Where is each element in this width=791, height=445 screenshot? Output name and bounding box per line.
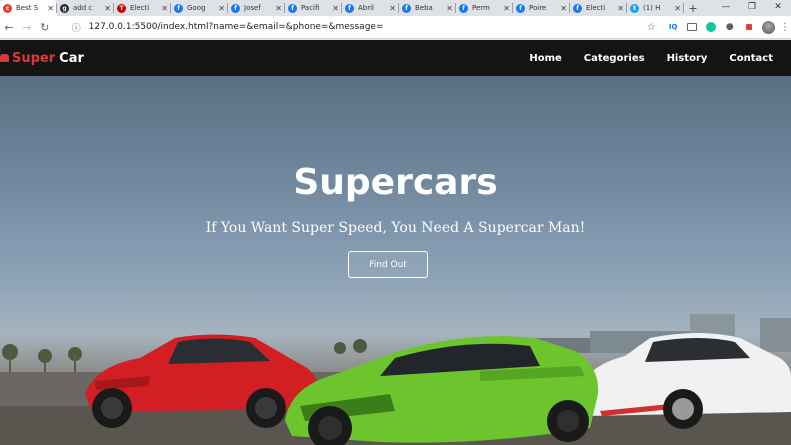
tab-title: Perm — [472, 4, 490, 12]
forward-icon[interactable]: → — [18, 21, 36, 34]
site-navbar: Super Car Home Categories History Contac… — [0, 40, 791, 76]
browser-toolbar: ← → ↻ ⓘ 127.0.0.1:5500/index.html?name=&… — [0, 16, 791, 39]
close-tab-icon[interactable]: ✕ — [560, 4, 567, 13]
facebook-icon: f — [516, 3, 525, 13]
tab-title: Goog — [187, 4, 206, 12]
nav-contact[interactable]: Contact — [729, 53, 773, 64]
browser-tab[interactable]: f Perm ✕ — [456, 0, 513, 16]
microphone-icon[interactable]: ● — [720, 18, 739, 37]
close-tab-icon[interactable]: ✕ — [161, 4, 168, 13]
iq-extension-icon[interactable]: IQ — [664, 18, 683, 37]
bookmark-star-icon[interactable]: ☆ — [647, 22, 656, 33]
close-tab-icon[interactable]: ✕ — [446, 4, 453, 13]
tab-title: Beba — [415, 4, 433, 12]
github-icon: g — [60, 3, 69, 13]
tab-title: Electi — [586, 4, 606, 12]
hero-subtitle: If You Want Super Speed, You Need A Supe… — [205, 220, 586, 236]
address-bar[interactable]: ⓘ 127.0.0.1:5500/index.html?name=&email=… — [63, 17, 664, 37]
close-window-icon[interactable]: ✕ — [765, 0, 791, 16]
browser-tab[interactable]: c Best S ✕ — [0, 0, 57, 16]
tab-title: Best S — [16, 4, 39, 12]
facebook-icon: f — [345, 3, 354, 13]
nav-history[interactable]: History — [667, 53, 708, 64]
find-out-button[interactable]: Find Out — [348, 251, 428, 278]
url-text[interactable]: 127.0.0.1:5500/index.html?name=&email=&p… — [89, 22, 647, 32]
hero-title: Supercars — [293, 162, 498, 203]
pen-extension-icon[interactable] — [739, 18, 758, 37]
restore-icon[interactable]: ❐ — [739, 0, 765, 16]
hero-section: Supercars If You Want Super Speed, You N… — [0, 76, 791, 445]
browser-menu-icon[interactable]: ⋮ — [779, 22, 791, 33]
browser-tab[interactable]: t (1) H ✕ — [627, 0, 684, 16]
browser-tab[interactable]: f Poire ✕ — [513, 0, 570, 16]
close-tab-icon[interactable]: ✕ — [617, 4, 624, 13]
car-favicon: c — [3, 3, 12, 13]
site-info-icon[interactable]: ⓘ — [72, 21, 81, 34]
minimize-icon[interactable]: — — [713, 0, 739, 16]
browser-tab[interactable]: f Goog ✕ — [171, 0, 228, 16]
close-tab-icon[interactable]: ✕ — [275, 4, 282, 13]
browser-tab[interactable]: f Josef ✕ — [228, 0, 285, 16]
facebook-icon: f — [288, 3, 297, 13]
browser-tab[interactable]: f Electi ✕ — [570, 0, 627, 16]
nav-categories[interactable]: Categories — [584, 53, 645, 64]
facebook-icon: f — [174, 3, 183, 13]
tab-title: (1) H — [643, 4, 661, 12]
tab-title: Pacifi — [301, 4, 320, 12]
browser-tab[interactable]: f Pacifi ✕ — [285, 0, 342, 16]
web-page: Super Car Home Categories History Contac… — [0, 40, 791, 445]
tab-title: add c — [73, 4, 93, 12]
new-tab-icon[interactable]: + — [684, 2, 702, 15]
twitter-icon: t — [630, 3, 639, 13]
tab-title: Poire — [529, 4, 547, 12]
nav-home[interactable]: Home — [529, 53, 561, 64]
grammarly-icon[interactable] — [702, 18, 721, 37]
car-logo-icon — [0, 54, 9, 62]
facebook-icon: f — [459, 3, 468, 13]
close-tab-icon[interactable]: ✕ — [332, 4, 339, 13]
logo-car-text: Car — [59, 50, 84, 66]
facebook-icon: f — [573, 3, 582, 13]
nav-links: Home Categories History Contact — [507, 40, 773, 76]
tesla-icon: T — [117, 3, 126, 13]
facebook-icon: f — [231, 3, 240, 13]
close-tab-icon[interactable]: ✕ — [503, 4, 510, 13]
browser-tab[interactable]: g add c ✕ — [57, 0, 114, 16]
close-tab-icon[interactable]: ✕ — [218, 4, 225, 13]
logo-super-text: Super — [12, 50, 56, 66]
browser-tab[interactable]: f Beba ✕ — [399, 0, 456, 16]
profile-avatar[interactable] — [762, 20, 776, 34]
tab-title: Electi — [130, 4, 150, 12]
tab-strip: c Best S ✕ g add c ✕ T Electi ✕ f Goog ✕ f Josef ✕ f Pac… — [0, 0, 791, 16]
browser-tab[interactable]: T Electi ✕ — [114, 0, 171, 16]
close-tab-icon[interactable]: ✕ — [389, 4, 396, 13]
close-tab-icon[interactable]: ✕ — [47, 4, 54, 13]
green-lamborghini-image — [285, 336, 599, 445]
browser-tab[interactable]: f Abril ✕ — [342, 0, 399, 16]
facebook-icon: f — [402, 3, 411, 13]
extension-box-icon[interactable] — [683, 18, 702, 37]
site-logo[interactable]: Super Car — [0, 51, 84, 66]
close-tab-icon[interactable]: ✕ — [104, 4, 111, 13]
tab-title: Josef — [244, 4, 261, 12]
window-controls: — ❐ ✕ — [713, 0, 791, 16]
tab-title: Abril — [358, 4, 374, 12]
back-icon[interactable]: ← — [0, 21, 18, 34]
close-tab-icon[interactable]: ✕ — [674, 4, 681, 13]
reload-icon[interactable]: ↻ — [36, 21, 54, 34]
